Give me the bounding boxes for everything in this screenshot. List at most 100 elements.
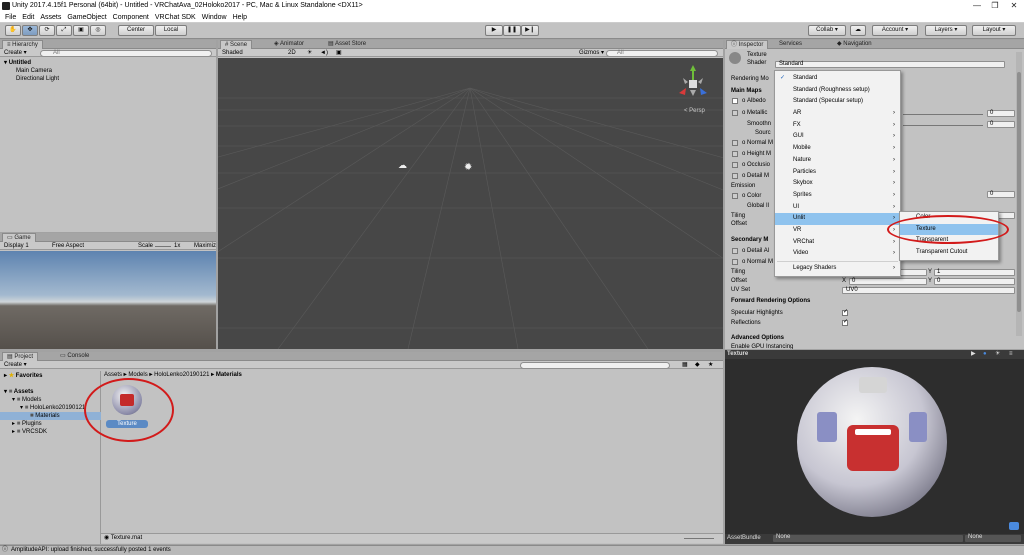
menu-gameobject[interactable]: GameObject	[67, 14, 106, 21]
menu-component[interactable]: Component	[113, 14, 149, 21]
emission-value[interactable]: 0	[987, 191, 1015, 198]
menu-window[interactable]: Window	[202, 14, 227, 21]
gizmos-button[interactable]: Gizmos ▾	[579, 49, 604, 57]
shader-menu-item[interactable]: Legacy Shaders ›	[775, 263, 900, 275]
tab-asset-store[interactable]: ▤ Asset Store	[324, 40, 370, 49]
scale-tool-icon[interactable]: ⤢	[56, 25, 72, 36]
aspect-select[interactable]: Free Aspect	[52, 242, 84, 250]
metallic-slider[interactable]	[903, 114, 983, 115]
breadcrumb-holo[interactable]: HoloLenko20190121	[154, 372, 209, 378]
tree-plugins[interactable]: ▸ ■ Plugins	[12, 420, 42, 428]
menu-help[interactable]: Help	[233, 14, 247, 21]
tab-animator[interactable]: ◈ Animator	[270, 40, 308, 49]
occlusion-slot[interactable]	[732, 162, 738, 168]
tab-services[interactable]: Services	[775, 40, 806, 49]
hierarchy-search-input[interactable]: All	[40, 50, 212, 57]
maximize-on-play-toggle[interactable]: Maximiz	[194, 242, 216, 250]
tiling2-y-field[interactable]: 1	[934, 269, 1015, 276]
shading-mode-select[interactable]: Shaded	[222, 49, 243, 57]
game-viewport[interactable]	[0, 251, 216, 349]
layout-button[interactable]: Layout ▾	[972, 25, 1016, 36]
shader-menu-item[interactable]: Mobile ›	[775, 143, 900, 155]
metallic-value[interactable]: 0	[987, 110, 1015, 117]
close-button[interactable]: ✕	[1005, 0, 1023, 12]
perspective-label[interactable]: < Persp	[684, 107, 705, 115]
unlit-menu-item[interactable]: Transparent Cutout	[900, 247, 998, 259]
specular-checkbox[interactable]: ✓	[842, 309, 848, 316]
breadcrumb-assets[interactable]: Assets	[104, 372, 122, 378]
favorite-star-icon[interactable]: ★	[708, 361, 713, 369]
shader-menu-item-unlit[interactable]: Unlit ›	[775, 213, 900, 225]
maximize-button[interactable]: ❐	[986, 0, 1004, 12]
preview-play-icon[interactable]: ▶	[971, 350, 976, 358]
tab-scene[interactable]: # Scene	[220, 40, 253, 49]
menu-edit[interactable]: Edit	[22, 14, 34, 21]
assetbundle-dropdown[interactable]: None	[773, 534, 963, 542]
rect-tool-icon[interactable]: ▣	[73, 25, 89, 36]
audio-toggle-icon[interactable]: ◄)	[320, 49, 328, 57]
tab-hierarchy[interactable]: ≡ Hierarchy	[2, 40, 43, 49]
assetbundle-variant-dropdown[interactable]: None	[965, 534, 1021, 542]
detail-slot[interactable]	[732, 173, 738, 179]
transform-tool-icon[interactable]: ◎	[90, 25, 106, 36]
detail-normal-slot[interactable]	[732, 259, 738, 265]
2d-toggle[interactable]: 2D	[288, 49, 296, 57]
project-search-input[interactable]	[520, 362, 670, 369]
orientation-gizmo[interactable]	[673, 64, 713, 104]
detail-albedo-slot[interactable]	[732, 248, 738, 254]
tab-project[interactable]: ▤ Project	[2, 352, 39, 361]
albedo-swatch[interactable]	[732, 98, 738, 104]
camera-gizmo-icon[interactable]: ☁	[398, 160, 407, 171]
tree-assets[interactable]: ▾ ■ Assets	[4, 388, 33, 396]
shader-menu-item[interactable]: ✓ Standard	[775, 73, 900, 85]
filter-type-icon[interactable]: ▦	[682, 361, 688, 369]
scene-viewport[interactable]: ☁ ✹ < Persp	[218, 58, 723, 349]
hand-tool-icon[interactable]: ✋	[5, 25, 21, 36]
normal-slot[interactable]	[732, 140, 738, 146]
preview-menu-icon[interactable]: ≡	[1009, 350, 1013, 358]
preview-sphere-icon[interactable]: ●	[983, 350, 987, 358]
height-slot[interactable]	[732, 151, 738, 157]
pivot-center-toggle[interactable]: Center	[118, 25, 154, 36]
smoothness-value[interactable]: 0	[987, 121, 1015, 128]
breadcrumb-materials[interactable]: Materials	[216, 372, 242, 378]
display-select[interactable]: Display 1	[4, 242, 29, 250]
hierarchy-item-main-camera[interactable]: Main Camera	[16, 67, 52, 75]
shader-menu-item[interactable]: Sprites ›	[775, 190, 900, 202]
effects-toggle-icon[interactable]: ▣	[336, 49, 342, 57]
move-tool-icon[interactable]: ✥	[22, 25, 38, 36]
shader-menu-item[interactable]: VR ›	[775, 225, 900, 237]
shader-menu-item[interactable]: AR ›	[775, 108, 900, 120]
layers-button[interactable]: Layers ▾	[925, 25, 967, 36]
tree-holo[interactable]: ▾ ■ HoloLenko20190121	[20, 404, 85, 412]
shader-menu-item[interactable]: UI ›	[775, 202, 900, 214]
tab-console[interactable]: ▭ Console	[56, 352, 93, 361]
shader-menu-item[interactable]: Standard (Roughness setup)	[775, 85, 900, 97]
scene-search-input[interactable]: All	[606, 50, 718, 57]
reflections-checkbox[interactable]: ✓	[842, 319, 848, 326]
pause-button[interactable]: ❚❚	[503, 25, 521, 36]
uv-set-dropdown[interactable]: UV0	[842, 287, 1015, 294]
smoothness-slider[interactable]	[903, 125, 983, 126]
shader-menu-item[interactable]: Particles ›	[775, 167, 900, 179]
menu-file[interactable]: File	[5, 14, 16, 21]
preview-light-icon[interactable]: ☀	[995, 350, 1000, 358]
minimize-button[interactable]: —	[968, 0, 986, 12]
scale-slider[interactable]	[155, 246, 171, 247]
material-preview-sphere[interactable]	[797, 367, 947, 517]
hierarchy-item-directional-light[interactable]: Directional Light	[16, 75, 59, 83]
hierarchy-create-button[interactable]: Create ▾	[4, 49, 27, 57]
menu-vrchat-sdk[interactable]: VRChat SDK	[155, 14, 196, 21]
pivot-local-toggle[interactable]: Local	[155, 25, 187, 36]
light-toggle-icon[interactable]: ☀	[307, 49, 312, 57]
shader-menu-item[interactable]: Video ›	[775, 248, 900, 260]
menu-assets[interactable]: Assets	[40, 14, 61, 21]
cloud-icon[interactable]: ☁	[850, 25, 866, 36]
tree-favorites[interactable]: ▸ ★ Favorites	[4, 372, 42, 380]
shader-menu-item[interactable]: Nature ›	[775, 155, 900, 167]
tab-inspector[interactable]: ⓘ Inspector	[726, 40, 769, 49]
rotate-tool-icon[interactable]: ⟳	[39, 25, 55, 36]
tab-navigation[interactable]: ◆ Navigation	[833, 40, 876, 49]
collab-button[interactable]: Collab ▾	[808, 25, 846, 36]
project-create-button[interactable]: Create ▾	[4, 361, 27, 369]
